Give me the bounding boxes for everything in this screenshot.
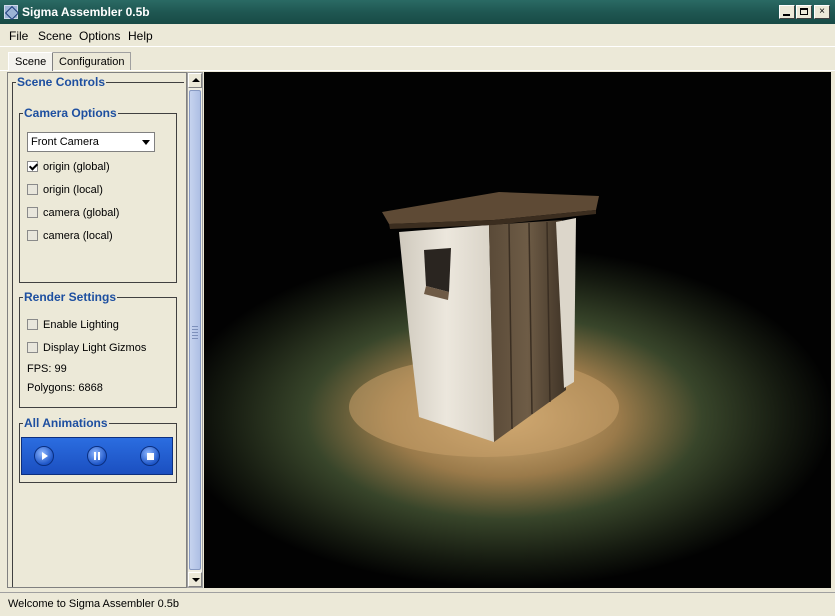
app-window: Sigma Assembler 0.5b × File Scene Option… — [0, 0, 835, 616]
scroll-thumb[interactable] — [189, 90, 201, 570]
tab-divider — [0, 70, 835, 71]
scroll-down-button[interactable] — [188, 572, 202, 587]
animation-toolbar — [21, 437, 173, 475]
play-icon — [42, 452, 48, 460]
minimize-button[interactable] — [779, 5, 795, 19]
checkbox-icon[interactable] — [27, 319, 38, 330]
scene-controls-title: Scene Controls — [16, 75, 107, 89]
checkbox-icon[interactable] — [27, 184, 38, 195]
menu-scene[interactable]: Scene — [38, 29, 72, 43]
play-button[interactable] — [34, 446, 54, 466]
3d-viewport[interactable] — [204, 72, 831, 588]
checkbox-icon[interactable] — [27, 207, 38, 218]
all-animations-title: All Animations — [23, 416, 109, 430]
menu-help[interactable]: Help — [128, 29, 153, 43]
checkbox-label: origin (local) — [43, 184, 103, 196]
render-settings-group: Render Settings Enable Lighting Display … — [19, 290, 177, 408]
title-bar[interactable]: Sigma Assembler 0.5b × — [0, 0, 835, 24]
camera-options-group: Camera Options Front Camera origin (glob… — [19, 106, 177, 283]
fps-readout: FPS: 99 — [27, 363, 67, 375]
checkbox-label: camera (global) — [43, 207, 120, 219]
checkbox-label: camera (local) — [43, 230, 113, 242]
close-icon: × — [819, 6, 825, 17]
render-settings-title: Render Settings — [23, 290, 118, 304]
hut-window — [424, 248, 451, 292]
window-title: Sigma Assembler 0.5b — [22, 5, 150, 19]
checkbox-label: origin (global) — [43, 161, 110, 173]
chevron-down-icon[interactable] — [142, 140, 150, 145]
grip-icon — [192, 326, 198, 340]
scene-render — [204, 72, 831, 588]
maximize-icon — [800, 8, 808, 15]
menu-options[interactable]: Options — [79, 29, 120, 43]
pause-icon — [94, 452, 96, 460]
scroll-up-button[interactable] — [188, 73, 202, 88]
checkbox-label: Display Light Gizmos — [43, 342, 147, 354]
close-button[interactable]: × — [814, 5, 830, 19]
camera-select[interactable]: Front Camera — [27, 132, 155, 152]
menu-file[interactable]: File — [9, 29, 28, 43]
stop-button[interactable] — [140, 446, 160, 466]
camera-options-title: Camera Options — [23, 106, 118, 120]
checkbox-icon[interactable] — [27, 230, 38, 241]
tab-configuration[interactable]: Configuration — [52, 52, 132, 71]
panel-scrollbar[interactable] — [187, 72, 203, 588]
status-text: Welcome to Sigma Assembler 0.5b — [8, 598, 179, 610]
all-animations-group: All Animations — [19, 416, 177, 483]
chevron-up-icon — [192, 78, 200, 82]
status-bar: Welcome to Sigma Assembler 0.5b — [0, 592, 835, 616]
polygons-readout: Polygons: 6868 — [27, 382, 103, 394]
checkbox-label: Enable Lighting — [43, 319, 119, 331]
maximize-button[interactable] — [796, 5, 812, 19]
stop-icon — [147, 453, 154, 460]
tab-scene[interactable]: Scene — [8, 52, 54, 71]
tab-strip: Scene Configuration — [0, 49, 835, 71]
pause-button[interactable] — [87, 446, 107, 466]
camera-select-value: Front Camera — [31, 136, 99, 148]
checkbox-checked-icon[interactable] — [27, 161, 38, 172]
minimize-icon — [783, 14, 790, 16]
scene-controls-panel: Scene Controls Camera Options Front Came… — [7, 72, 187, 588]
checkbox-icon[interactable] — [27, 342, 38, 353]
chevron-down-icon — [192, 578, 200, 582]
app-icon[interactable] — [4, 5, 18, 19]
menu-bar: File Scene Options Help — [0, 24, 835, 47]
